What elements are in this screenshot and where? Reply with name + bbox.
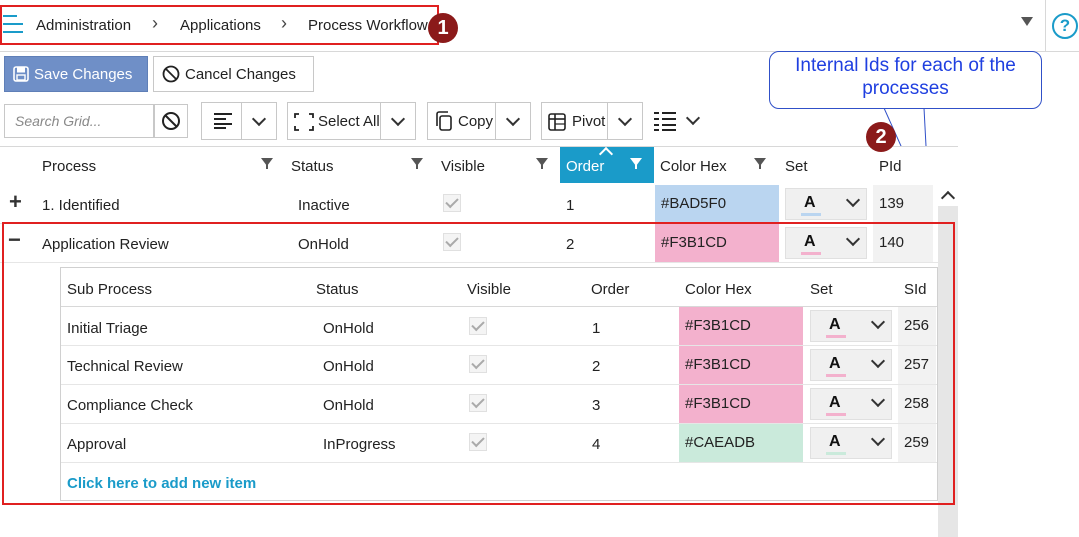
align-dropdown-button[interactable] xyxy=(201,102,277,140)
cancel-changes-button[interactable]: Cancel Changes xyxy=(153,56,314,92)
clear-search-button[interactable] xyxy=(154,104,188,138)
callout-badge-1: 1 xyxy=(428,13,458,43)
copy-icon xyxy=(436,111,452,131)
select-all-label: Select All xyxy=(318,113,380,130)
pivot-table-icon xyxy=(548,113,566,131)
help-icon[interactable]: ? xyxy=(1052,13,1078,39)
chevron-down-icon[interactable] xyxy=(380,103,415,139)
callout-badge-2: 2 xyxy=(866,122,896,152)
save-icon xyxy=(13,66,29,82)
pivot-button[interactable]: Pivot xyxy=(541,102,643,140)
header-dropdown-icon[interactable] xyxy=(1021,17,1033,26)
select-all-button[interactable]: Select All xyxy=(287,102,416,140)
callout-note: Internal Ids for each of the processes xyxy=(769,51,1042,109)
cancel-changes-label: Cancel Changes xyxy=(185,65,296,83)
pivot-label: Pivot xyxy=(572,113,606,130)
process-order: 1 xyxy=(566,197,575,214)
column-chooser-button[interactable] xyxy=(652,102,710,140)
align-left-icon xyxy=(214,113,232,129)
column-header-visible[interactable]: Visible xyxy=(441,158,485,175)
color-swatch xyxy=(801,213,821,216)
column-header-status[interactable]: Status xyxy=(291,158,334,175)
chevron-down-icon[interactable] xyxy=(607,103,642,139)
process-name: 1. Identified xyxy=(42,197,120,214)
copy-label: Copy xyxy=(458,113,494,130)
search-input[interactable]: Search Grid... xyxy=(4,104,154,138)
process-status: Inactive xyxy=(298,197,350,214)
scroll-up-icon[interactable] xyxy=(938,184,958,206)
callout-highlight-breadcrumb xyxy=(0,5,439,45)
font-color-icon: A xyxy=(804,194,816,211)
expand-icon[interactable]: + xyxy=(9,189,22,215)
column-header-order[interactable]: Order xyxy=(566,158,604,175)
pid-cell: 139 xyxy=(873,185,933,223)
chevron-down-icon[interactable] xyxy=(676,102,710,138)
chevron-down-icon[interactable] xyxy=(241,103,276,139)
divider xyxy=(1045,0,1046,51)
color-hex-cell[interactable]: #BAD5F0 xyxy=(655,185,779,223)
select-all-icon xyxy=(294,113,314,131)
column-header-pid[interactable]: PId xyxy=(879,158,902,175)
clear-icon xyxy=(162,112,180,130)
chevron-down-icon[interactable] xyxy=(495,103,530,139)
chevron-down-icon xyxy=(845,192,861,208)
column-header-process[interactable]: Process xyxy=(42,158,96,175)
visible-checkbox[interactable] xyxy=(443,194,461,212)
cancel-icon xyxy=(162,65,180,83)
callout-highlight-subgrid xyxy=(2,222,955,505)
save-changes-label: Save Changes xyxy=(34,65,133,83)
set-color-dropdown[interactable]: A xyxy=(785,188,867,220)
column-header-set[interactable]: Set xyxy=(785,158,808,175)
column-header-color-hex[interactable]: Color Hex xyxy=(660,158,727,175)
column-chooser-icon xyxy=(654,112,676,131)
save-changes-button[interactable]: Save Changes xyxy=(4,56,148,92)
copy-button[interactable]: Copy xyxy=(427,102,531,140)
